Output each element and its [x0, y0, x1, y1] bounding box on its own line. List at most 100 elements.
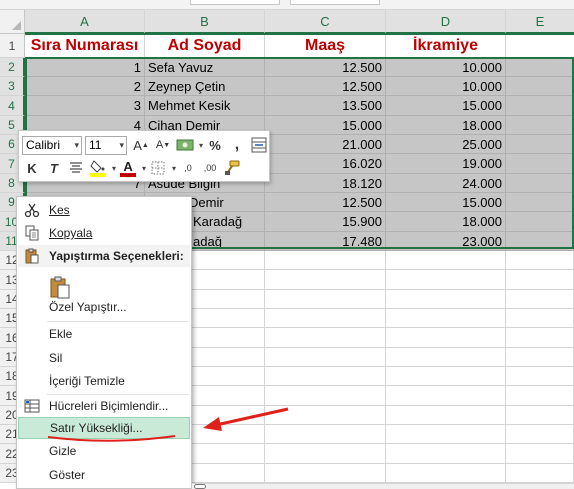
empty-cell[interactable]: [506, 290, 574, 309]
table-cell[interactable]: 23.000: [386, 232, 506, 251]
column-header-b[interactable]: B: [145, 10, 265, 34]
table-cell[interactable]: 15.000: [386, 96, 506, 116]
currency-format-icon[interactable]: [175, 135, 195, 155]
empty-cell[interactable]: [265, 425, 386, 444]
chevron-down-icon[interactable]: ▾: [199, 141, 203, 150]
table-cell[interactable]: [506, 232, 574, 251]
empty-cell[interactable]: [386, 425, 506, 444]
empty-cell[interactable]: [506, 270, 574, 290]
table-cell[interactable]: Zeynep Çetin: [145, 77, 265, 96]
comma-style-icon[interactable]: ,: [227, 135, 247, 155]
table-cell[interactable]: 12.500: [265, 77, 386, 96]
empty-cell[interactable]: [265, 367, 386, 386]
table-cell[interactable]: 2: [25, 77, 145, 96]
row-header-2[interactable]: 2: [0, 58, 25, 77]
empty-cell[interactable]: [265, 309, 386, 328]
empty-cell[interactable]: [386, 367, 506, 386]
empty-cell[interactable]: [506, 367, 574, 386]
header-cell-maas[interactable]: Maaş: [265, 34, 386, 58]
menu-item-clear-contents[interactable]: İçeriği Temizle: [18, 370, 190, 392]
chevron-down-icon[interactable]: ▾: [142, 164, 146, 173]
table-cell[interactable]: 13.500: [265, 96, 386, 116]
empty-cell[interactable]: [386, 270, 506, 290]
horizontal-scrollbar[interactable]: [192, 483, 574, 489]
table-cell[interactable]: 12.500: [265, 193, 386, 212]
empty-cell[interactable]: [506, 348, 574, 367]
table-cell[interactable]: 10.000: [386, 77, 506, 96]
table-cell[interactable]: [506, 77, 574, 96]
table-cell[interactable]: [506, 96, 574, 116]
column-header-e[interactable]: E: [506, 10, 574, 34]
empty-cell[interactable]: [386, 464, 506, 483]
table-cell[interactable]: [506, 154, 574, 174]
table-cell[interactable]: 17.480: [265, 232, 386, 251]
table-cell[interactable]: 15.000: [265, 116, 386, 135]
empty-cell[interactable]: [386, 444, 506, 464]
table-cell[interactable]: [506, 174, 574, 193]
empty-cell[interactable]: [386, 309, 506, 328]
empty-cell[interactable]: [386, 251, 506, 270]
table-cell[interactable]: 18.000: [386, 212, 506, 232]
table-cell[interactable]: 10.000: [386, 58, 506, 77]
table-cell[interactable]: 19.000: [386, 154, 506, 174]
menu-item-format-cells[interactable]: Hücreleri Biçimlendir...: [18, 395, 190, 417]
empty-cell[interactable]: [265, 406, 386, 425]
header-cell-ikramiye[interactable]: İkramiye: [386, 34, 506, 58]
row-header-1[interactable]: 1: [0, 34, 25, 58]
table-cell[interactable]: 12.500: [265, 58, 386, 77]
empty-cell[interactable]: [386, 406, 506, 425]
menu-item-delete[interactable]: Sil: [18, 347, 190, 369]
table-cell[interactable]: 18.120: [265, 174, 386, 193]
table-cell[interactable]: [506, 135, 574, 154]
bold-icon[interactable]: K: [22, 158, 42, 178]
table-cell[interactable]: 15.000: [386, 193, 506, 212]
merge-center-icon[interactable]: [249, 135, 269, 155]
empty-cell[interactable]: [506, 464, 574, 483]
table-cell[interactable]: 3: [25, 96, 145, 116]
font-size-dropdown[interactable]: 11 ▾: [85, 135, 127, 155]
table-cell[interactable]: [506, 58, 574, 77]
table-cell[interactable]: 21.000: [265, 135, 386, 154]
increase-decimal-icon[interactable]: ,0: [178, 158, 198, 178]
table-cell[interactable]: 1: [25, 58, 145, 77]
empty-cell[interactable]: [506, 386, 574, 406]
table-cell[interactable]: 24.000: [386, 174, 506, 193]
column-header-a[interactable]: A: [25, 10, 145, 34]
empty-cell[interactable]: [265, 328, 386, 348]
table-cell[interactable]: 16.020: [265, 154, 386, 174]
decrease-decimal-icon[interactable]: ,00: [200, 158, 220, 178]
empty-cell[interactable]: [265, 386, 386, 406]
empty-cell[interactable]: [386, 386, 506, 406]
empty-cell[interactable]: [506, 444, 574, 464]
menu-item-cut[interactable]: Kes: [18, 199, 190, 221]
table-cell[interactable]: Sefa Yavuz: [145, 58, 265, 77]
empty-cell[interactable]: [265, 348, 386, 367]
table-cell[interactable]: 25.000: [386, 135, 506, 154]
format-painter-icon[interactable]: [222, 158, 242, 178]
menu-item-copy[interactable]: Kopyala: [18, 222, 190, 244]
empty-cell[interactable]: [506, 309, 574, 328]
menu-item-hide[interactable]: Gizle: [18, 440, 190, 462]
table-cell[interactable]: [506, 116, 574, 135]
empty-cell[interactable]: [265, 251, 386, 270]
select-all-corner[interactable]: [0, 10, 25, 34]
empty-cell[interactable]: [265, 464, 386, 483]
table-cell[interactable]: 18.000: [386, 116, 506, 135]
empty-cell[interactable]: [506, 328, 574, 348]
scroll-handle[interactable]: [194, 484, 206, 489]
column-header-d[interactable]: D: [386, 10, 506, 34]
grow-font-icon[interactable]: A ▲: [131, 135, 151, 155]
row-header-3[interactable]: 3: [0, 77, 25, 96]
empty-cell[interactable]: [265, 270, 386, 290]
italic-icon[interactable]: T: [44, 158, 64, 178]
menu-item-row-height[interactable]: Satır Yüksekliği...: [18, 417, 190, 439]
header-cell-ad-soyad[interactable]: Ad Soyad: [145, 34, 265, 58]
percent-style-icon[interactable]: %: [205, 135, 225, 155]
borders-icon[interactable]: [148, 158, 168, 178]
align-center-icon[interactable]: [66, 158, 86, 178]
table-cell[interactable]: [506, 212, 574, 232]
header-cell-sira[interactable]: Sıra Numarası: [25, 34, 145, 58]
table-cell[interactable]: 15.900: [265, 212, 386, 232]
menu-item-paste-special[interactable]: Özel Yapıştır...: [18, 296, 190, 318]
font-name-dropdown[interactable]: Calibri ▾: [22, 135, 82, 155]
